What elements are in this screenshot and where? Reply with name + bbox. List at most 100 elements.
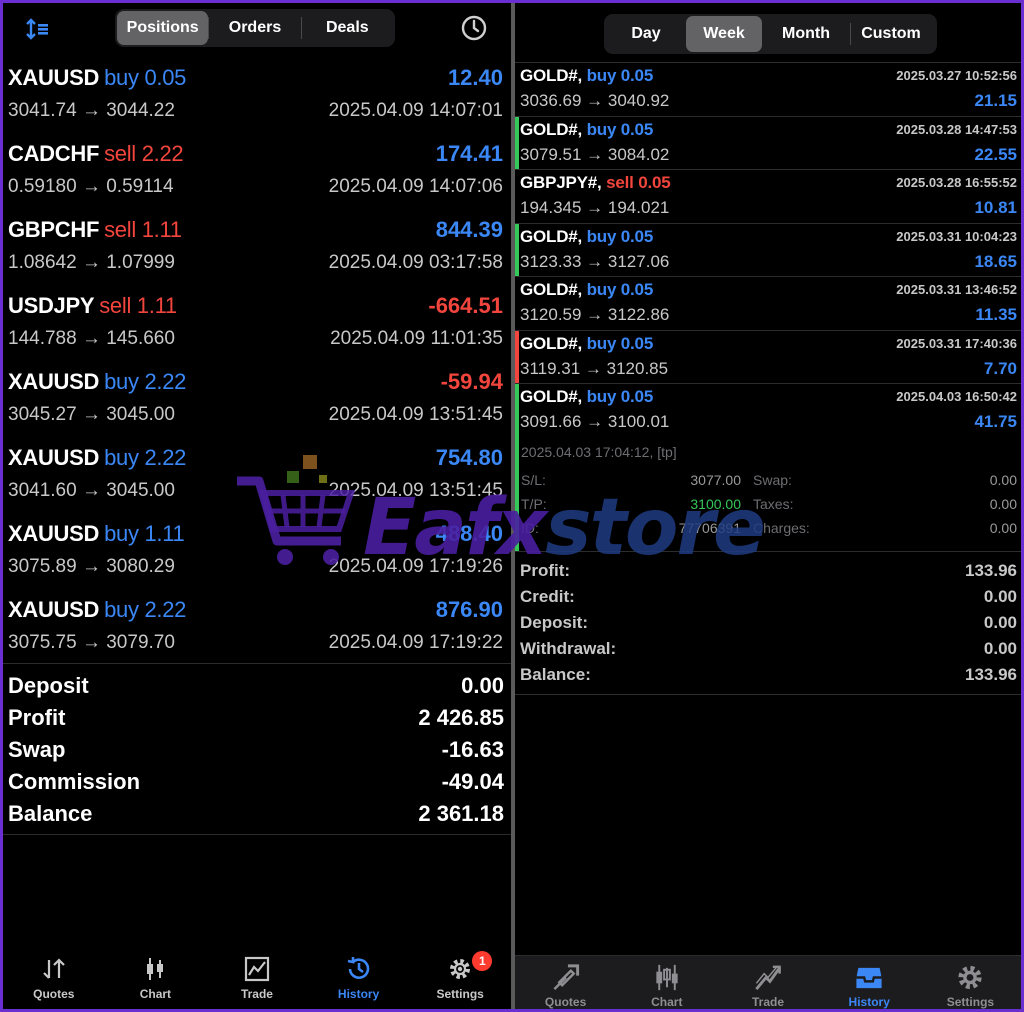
period-week[interactable]: Week (686, 16, 762, 52)
summary-label: Profit: (520, 561, 571, 580)
tab-label: History (337, 987, 380, 1001)
deal-type: buy 0.05 (586, 226, 654, 246)
position-type: buy 2.22 (104, 445, 186, 470)
period-custom[interactable]: Custom (851, 16, 931, 52)
tab-positions[interactable]: Positions (117, 11, 209, 45)
position-row[interactable]: XAUUSD buy 2.22 876.90 3075.75 → 3079.70 … (3, 592, 511, 668)
trade-direction: buy (586, 119, 617, 139)
position-type: buy 0.05 (104, 65, 186, 90)
position-time: 2025.04.09 14:07:01 (328, 100, 503, 121)
position-time: 2025.04.09 03:17:58 (328, 252, 503, 273)
tab-orders[interactable]: Orders (209, 11, 300, 45)
tab-quotes[interactable]: Quotes (515, 956, 616, 1009)
position-symbol: XAUUSD buy 2.22 (8, 445, 186, 471)
tab-trade[interactable]: Trade (206, 947, 308, 1009)
id-value: 77706391 (678, 520, 741, 536)
period-month[interactable]: Month (762, 16, 850, 52)
tab-chart[interactable]: Chart (616, 956, 717, 1009)
deal-row[interactable]: GOLD#, buy 0.05 2025.03.27 10:52:56 3036… (515, 63, 1021, 117)
summary-row: Deposit: 0.00 (515, 610, 1021, 636)
position-row[interactable]: GBPCHF sell 1.11 844.39 1.08642 → 1.07999… (3, 212, 511, 288)
position-profit: 174.41 (435, 141, 503, 166)
trade-volume: 2.22 (141, 141, 184, 166)
deal-type: buy 0.05 (586, 119, 654, 139)
tab-settings[interactable]: Settings 1 (409, 947, 511, 1009)
position-row[interactable]: XAUUSD buy 2.22 754.80 3041.60 → 3045.00 … (3, 440, 511, 516)
trade-direction: buy (586, 333, 617, 353)
position-prices: 3075.75 → 3079.70 (8, 632, 175, 653)
swap-label: Swap: (753, 472, 792, 488)
symbol-name: XAUUSD (8, 369, 100, 394)
deal-time: 2025.03.27 10:52:56 (896, 68, 1017, 83)
deal-prices: 3091.66 → 3100.01 (520, 412, 670, 431)
deal-profit: 10.81 (974, 198, 1017, 217)
deal-symbol: GOLD#, buy 0.05 (520, 387, 653, 407)
tab-trade[interactable]: Trade (717, 956, 818, 1009)
positions-summary: Deposit 0.00 Profit 2 426.85 Swap -16.63 Commi… (3, 663, 511, 835)
clock-icon[interactable] (460, 14, 488, 42)
deal-time: 2025.03.31 10:04:23 (896, 228, 1017, 244)
deal-type: sell 0.05 (606, 173, 671, 192)
position-prices: 3041.60 → 3045.00 (8, 480, 175, 501)
position-time: 2025.04.09 14:07:06 (328, 176, 503, 197)
deal-prices: 194.345 → 194.021 (520, 198, 670, 217)
deal-row[interactable]: GBPJPY#, sell 0.05 2025.03.28 16:55:52 1… (515, 170, 1021, 224)
position-type: sell 1.11 (99, 293, 177, 318)
deal-row[interactable]: GOLD#, buy 0.05 2025.03.31 10:04:23 3123… (515, 223, 1021, 277)
sl-label: S/L: (521, 472, 546, 488)
position-row[interactable]: XAUUSD buy 0.05 12.40 3041.74 → 3044.22 2… (3, 60, 511, 136)
position-profit: 488.40 (435, 521, 503, 546)
position-prices: 3041.74 → 3044.22 (8, 100, 175, 121)
summary-value: 2 361.18 (418, 801, 504, 826)
symbol-name: USDJPY (8, 293, 95, 318)
deal-row[interactable]: GOLD#, buy 0.05 2025.03.31 13:46:52 3120… (515, 277, 1021, 331)
position-profit: 844.39 (435, 217, 503, 242)
position-type: sell 2.22 (104, 141, 184, 166)
position-row[interactable]: XAUUSD buy 2.22 -59.94 3045.27 → 3045.00 … (3, 364, 511, 440)
summary-label: Withdrawal: (520, 639, 617, 658)
id-label: ID: (521, 520, 539, 536)
tab-deals[interactable]: Deals (302, 11, 393, 45)
history-screen: Day Week Month Custom GOLD#, buy 0.05 20… (515, 3, 1021, 1009)
summary-label: Swap (8, 737, 66, 762)
deal-row[interactable]: GOLD#, buy 0.05 2025.03.28 14:47:53 3079… (515, 116, 1021, 170)
position-prices: 3045.27 → 3045.00 (8, 404, 175, 425)
tab-label: Chart (651, 995, 683, 1009)
position-type: buy 1.11 (104, 521, 185, 546)
trade-volume: 0.05 (144, 65, 187, 90)
position-profit: -59.94 (440, 369, 503, 394)
summary-label: Credit: (520, 587, 575, 606)
trade-direction: buy (586, 226, 617, 246)
deal-symbol: GOLD#, buy 0.05 (520, 280, 653, 300)
position-row[interactable]: USDJPY sell 1.11 -664.51 144.788 → 145.66… (3, 288, 511, 364)
tab-label: Trade (240, 987, 273, 1001)
deal-row[interactable]: GOLD#, buy 0.05 2025.03.31 17:40:36 3119… (515, 330, 1021, 384)
deal-profit: 41.75 (974, 412, 1017, 431)
tab-quotes[interactable]: Quotes (3, 947, 105, 1009)
period-day[interactable]: Day (606, 16, 686, 52)
position-row[interactable]: XAUUSD buy 1.11 488.40 3075.89 → 3080.29 … (3, 516, 511, 592)
trade-icon (244, 956, 270, 982)
summary-row: Credit: 0.00 (515, 584, 1021, 610)
swap-value: 0.00 (989, 472, 1017, 488)
position-row[interactable]: CADCHF sell 2.22 174.41 0.59180 → 0.59114… (3, 136, 511, 212)
summary-label: Deposit: (520, 613, 588, 632)
symbol-name: XAUUSD (8, 65, 100, 90)
quotes-icon (43, 958, 65, 979)
quotes-icon (553, 964, 579, 990)
tab-chart[interactable]: Chart (105, 947, 207, 1009)
tab-history[interactable]: History (308, 947, 410, 1009)
screenshot-frame: Positions Orders Deals XAUUSD buy 0.05 12… (3, 3, 1021, 1009)
trade-direction: buy (586, 387, 617, 406)
trade-volume: 1.11 (136, 293, 177, 318)
position-symbol: GBPCHF sell 1.11 (8, 217, 182, 243)
position-symbol: XAUUSD buy 2.22 (8, 369, 186, 395)
tab-settings[interactable]: Settings (920, 956, 1021, 1009)
tab-history[interactable]: History (819, 956, 920, 1009)
notification-badge: 1 (472, 951, 493, 971)
sort-icon[interactable] (25, 16, 51, 42)
symbol-name: GOLD#, (520, 333, 583, 353)
deal-profit: 21.15 (974, 91, 1017, 110)
deal-marker (515, 223, 519, 276)
deal-row[interactable]: GOLD#, buy 0.05 2025.04.03 16:50:42 3091… (515, 384, 1021, 552)
